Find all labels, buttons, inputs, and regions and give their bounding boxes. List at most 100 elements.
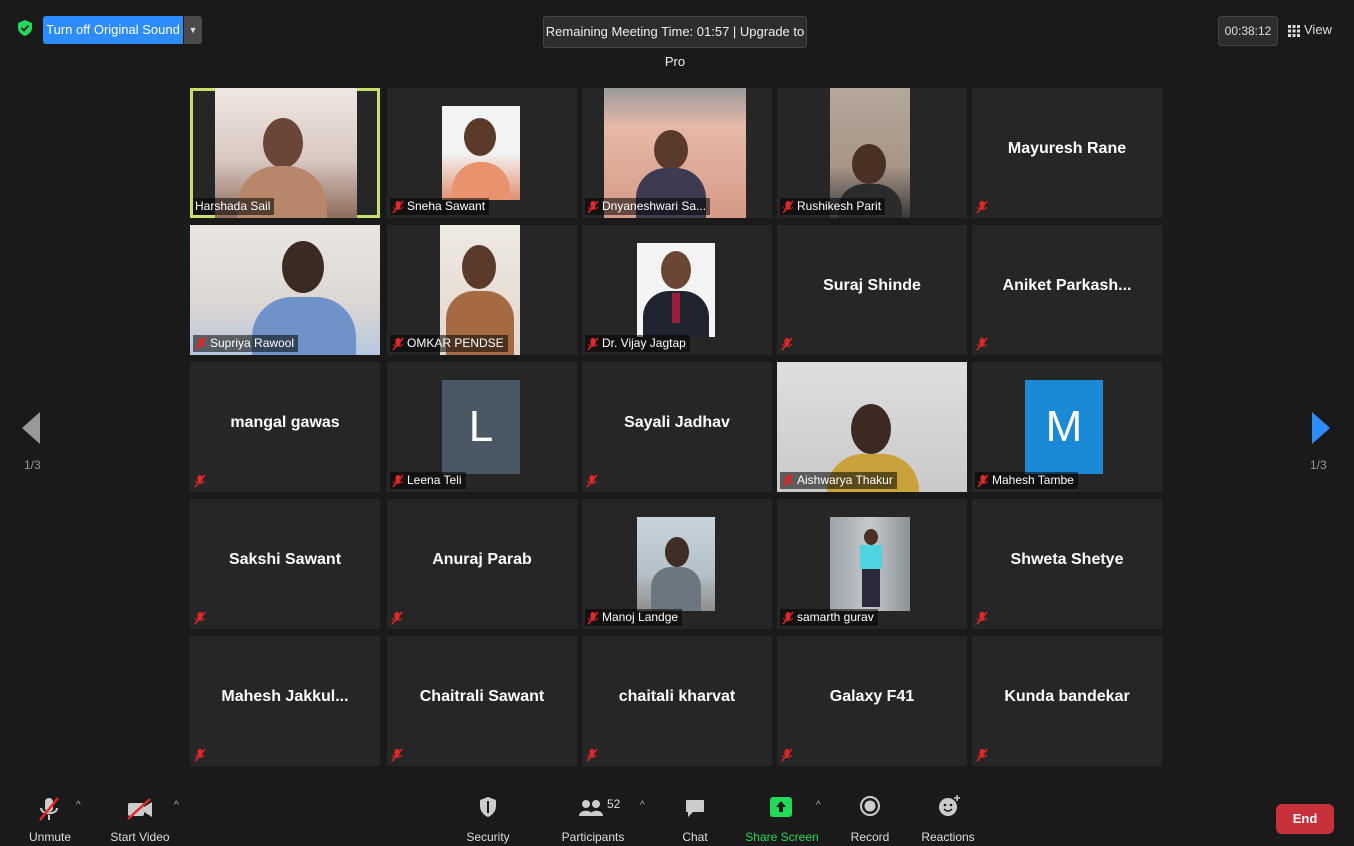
meeting-time-banner[interactable]: Remaining Meeting Time: 01:57 | Upgrade …: [543, 16, 807, 69]
muted-mic-icon: [586, 748, 598, 762]
participant-name-label: OMKAR PENDSE: [390, 335, 508, 352]
share-screen-label: Share Screen: [745, 830, 819, 844]
participant-name-label: Dr. Vijay Jagtap: [585, 335, 690, 352]
end-meeting-button[interactable]: End: [1276, 804, 1334, 834]
video-tile[interactable]: Dnyaneshwari Sa...: [582, 88, 772, 218]
video-tile[interactable]: chaitali kharvat: [582, 636, 772, 766]
participant-name-label: samarth gurav: [780, 609, 878, 626]
top-bar: Turn off Original Sound ▼ Remaining Meet…: [0, 0, 1354, 69]
participant-name-label: Leena Teli: [390, 472, 466, 489]
chat-label: Chat: [682, 830, 708, 844]
participant-name: Kunda bandekar: [1004, 688, 1130, 705]
meeting-toolbar: ^ Unmute ^ Start Video Security 52 ^ Par…: [0, 782, 1354, 846]
participant-name: Chaitrali Sawant: [419, 688, 545, 705]
video-tile[interactable]: Aishwarya Thakur: [777, 362, 967, 492]
participant-avatar: M: [1025, 380, 1103, 474]
participants-count: 52: [607, 797, 621, 811]
participant-name-label: Aishwarya Thakur: [780, 472, 897, 489]
video-tile[interactable]: M Mahesh Tambe: [972, 362, 1162, 492]
muted-mic-icon: [976, 200, 988, 214]
video-tile[interactable]: Aniket Parkash...: [972, 225, 1162, 355]
unmute-label: Unmute: [28, 830, 72, 844]
record-label: Record: [850, 830, 890, 844]
video-tile[interactable]: Harshada Sail: [190, 88, 380, 218]
security-label: Security: [466, 830, 510, 844]
muted-mic-icon: [586, 474, 598, 488]
video-tile[interactable]: Galaxy F41: [777, 636, 967, 766]
participant-name-label: Harshada Sail: [193, 198, 275, 215]
muted-mic-icon: [392, 337, 404, 351]
chat-icon: [686, 800, 704, 817]
participant-name-label: Sneha Sawant: [390, 198, 490, 215]
unmute-button[interactable]: ^ Unmute: [20, 792, 81, 846]
participant-name: Mayuresh Rane: [1007, 140, 1127, 157]
video-tile[interactable]: Shweta Shetye: [972, 499, 1162, 629]
video-tile[interactable]: Kunda bandekar: [972, 636, 1162, 766]
video-tile[interactable]: Sneha Sawant: [387, 88, 577, 218]
participant-avatar: L: [442, 380, 520, 474]
muted-mic-icon: [39, 797, 59, 821]
video-tile[interactable]: Suraj Shinde: [777, 225, 967, 355]
record-button[interactable]: Record: [845, 792, 895, 846]
participants-button[interactable]: 52 ^ Participants: [556, 792, 645, 846]
original-sound-caret-icon[interactable]: ▼: [184, 16, 202, 44]
meeting-timer: 00:38:12: [1218, 16, 1278, 46]
video-tile[interactable]: mangal gawas: [190, 362, 380, 492]
chat-button[interactable]: Chat: [672, 792, 718, 846]
security-shield-icon: [480, 797, 496, 817]
participant-name-label: Mahesh Tambe: [975, 472, 1078, 489]
video-tile[interactable]: Sayali Jadhav: [582, 362, 772, 492]
participant-photo: [442, 106, 520, 200]
muted-mic-icon: [194, 748, 206, 762]
muted-mic-icon: [194, 611, 206, 625]
muted-mic-icon: [194, 474, 206, 488]
original-sound-button[interactable]: Turn off Original Sound: [43, 16, 183, 44]
video-tile[interactable]: Mahesh Jakkul...: [190, 636, 380, 766]
reactions-button[interactable]: Reactions: [918, 792, 978, 846]
record-icon: [860, 796, 880, 816]
video-tile[interactable]: L Leena Teli: [387, 362, 577, 492]
participant-name-label: Manoj Landge: [585, 609, 683, 626]
share-screen-icon: [770, 797, 792, 817]
muted-mic-icon: [781, 337, 793, 351]
view-button[interactable]: View: [1288, 16, 1338, 44]
participants-label: Participants: [561, 830, 625, 844]
video-tile[interactable]: Sakshi Sawant: [190, 499, 380, 629]
previous-page-icon[interactable]: [22, 412, 40, 444]
video-tile[interactable]: Supriya Rawool: [190, 225, 380, 355]
start-video-label: Start Video: [110, 830, 170, 844]
participant-name: Anuraj Parab: [432, 551, 532, 568]
video-tile[interactable]: Manoj Landge: [582, 499, 772, 629]
muted-mic-icon: [392, 474, 404, 488]
video-tile[interactable]: Anuraj Parab: [387, 499, 577, 629]
participant-name-label: Supriya Rawool: [193, 335, 299, 352]
participant-name-label: Dnyaneshwari Sa...: [585, 198, 711, 215]
view-label: View: [1304, 22, 1332, 37]
video-tile[interactable]: OMKAR PENDSE: [387, 225, 577, 355]
muted-mic-icon: [587, 337, 599, 351]
page-indicator-left: 1/3: [24, 458, 41, 472]
audio-options-caret-icon[interactable]: ^: [76, 800, 81, 811]
video-tile[interactable]: Chaitrali Sawant: [387, 636, 577, 766]
participant-name: Sayali Jadhav: [624, 414, 730, 431]
participant-name: Shweta Shetye: [1010, 551, 1124, 568]
share-options-caret-icon[interactable]: ^: [816, 800, 821, 811]
video-tile[interactable]: Dr. Vijay Jagtap: [582, 225, 772, 355]
participants-caret-icon[interactable]: ^: [640, 800, 645, 811]
video-tile[interactable]: Mayuresh Rane: [972, 88, 1162, 218]
video-tile[interactable]: Rushikesh Parit: [777, 88, 967, 218]
share-screen-button[interactable]: ^ Share Screen: [744, 792, 821, 846]
security-button[interactable]: Security: [458, 792, 518, 846]
reactions-smiley-icon: [939, 795, 960, 816]
next-page-icon[interactable]: [1312, 412, 1330, 444]
start-video-button[interactable]: ^ Start Video: [100, 792, 180, 846]
encryption-shield-icon[interactable]: [18, 20, 32, 36]
video-tile[interactable]: samarth gurav: [777, 499, 967, 629]
grid-view-icon: [1288, 24, 1300, 37]
muted-mic-icon: [391, 748, 403, 762]
video-options-caret-icon[interactable]: ^: [174, 800, 179, 811]
muted-mic-icon: [976, 337, 988, 351]
muted-mic-icon: [782, 200, 794, 214]
participants-icon: [579, 800, 603, 816]
participant-name: Sakshi Sawant: [228, 551, 342, 568]
